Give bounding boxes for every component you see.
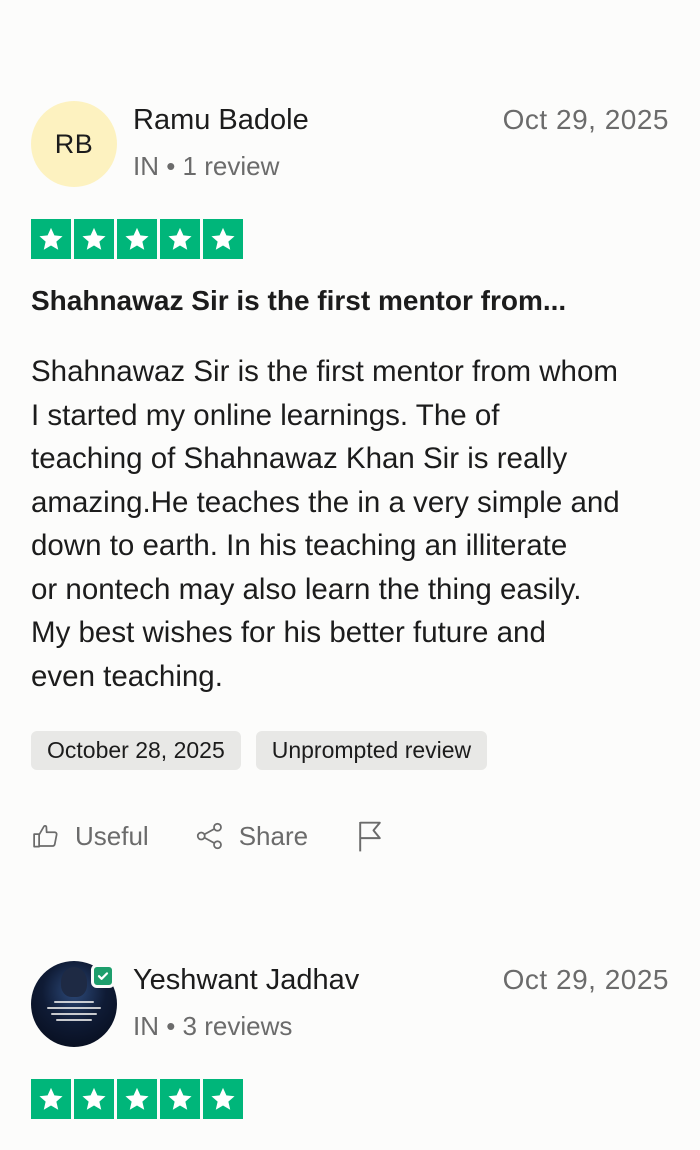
star-icon [117, 219, 157, 259]
flag-icon [359, 821, 381, 852]
review-header: RB Ramu Badole IN • 1 review Oct 29, 202… [31, 101, 669, 189]
share-button[interactable]: Share [195, 821, 308, 852]
star-icon [117, 1079, 157, 1119]
review-body-line: teaching of Shahnawaz Khan Sir is really [31, 442, 568, 475]
star-icon [203, 219, 243, 259]
star-icon [74, 1079, 114, 1119]
star-icon [203, 1079, 243, 1119]
star-rating [31, 1079, 669, 1119]
report-button[interactable] [356, 819, 398, 853]
review-date: Oct 29, 2025 [502, 964, 669, 995]
review-actions: Useful Share [31, 816, 669, 856]
review-card: Yeshwant Jadhav IN • 3 reviews Oct 29, 2… [31, 961, 669, 1119]
useful-button[interactable]: Useful [31, 821, 149, 852]
share-label: Share [238, 820, 309, 851]
review-body-line: amazing.He teaches the in a very simple … [31, 485, 620, 519]
star-icon [74, 219, 114, 259]
review-header: Yeshwant Jadhav IN • 3 reviews Oct 29, 2… [31, 961, 669, 1049]
reviewer-name[interactable]: Ramu Badole [133, 104, 309, 137]
experience-date-tag: October 28, 2025 [31, 731, 241, 770]
review-body-line: My best wishes for his better future and [31, 616, 546, 649]
review-body-line: down to earth. In his teaching an illite… [31, 529, 568, 562]
star-icon [160, 219, 200, 259]
review-body-line: Shahnawaz Sir is the first mentor from w… [31, 355, 618, 388]
reviewer-meta: IN • 1 review [133, 151, 280, 181]
share-icon [196, 822, 222, 850]
avatar[interactable]: RB [31, 101, 117, 187]
useful-label: Useful [75, 820, 149, 851]
thumbs-up-icon [33, 824, 58, 848]
verified-check-icon [91, 964, 115, 988]
star-rating [31, 219, 669, 259]
unprompted-review-tag[interactable]: Unprompted review [255, 731, 488, 770]
star-icon [31, 1079, 71, 1119]
avatar-photo-text [43, 997, 105, 1021]
review-card: RB Ramu Badole IN • 1 review Oct 29, 202… [31, 101, 669, 856]
review-body-line: even teaching. [31, 659, 223, 693]
review-body-line: I started my online learnings. The of [31, 398, 500, 432]
review-body-line: or nontech may also learn the thing easi… [31, 572, 582, 606]
review-tags: October 28, 2025 Unprompted review [31, 731, 669, 770]
star-icon [31, 219, 71, 259]
review-date: Oct 29, 2025 [502, 104, 669, 135]
reviewer-meta: IN • 3 reviews [133, 1011, 293, 1041]
review-body: Shahnawaz Sir is the first mentor from w… [31, 350, 669, 698]
avatar-photo-figure [61, 967, 87, 997]
star-icon [160, 1079, 200, 1119]
reviewer-name[interactable]: Yeshwant Jadhav [133, 964, 359, 997]
review-title[interactable]: Shahnawaz Sir is the first mentor from..… [31, 285, 669, 317]
